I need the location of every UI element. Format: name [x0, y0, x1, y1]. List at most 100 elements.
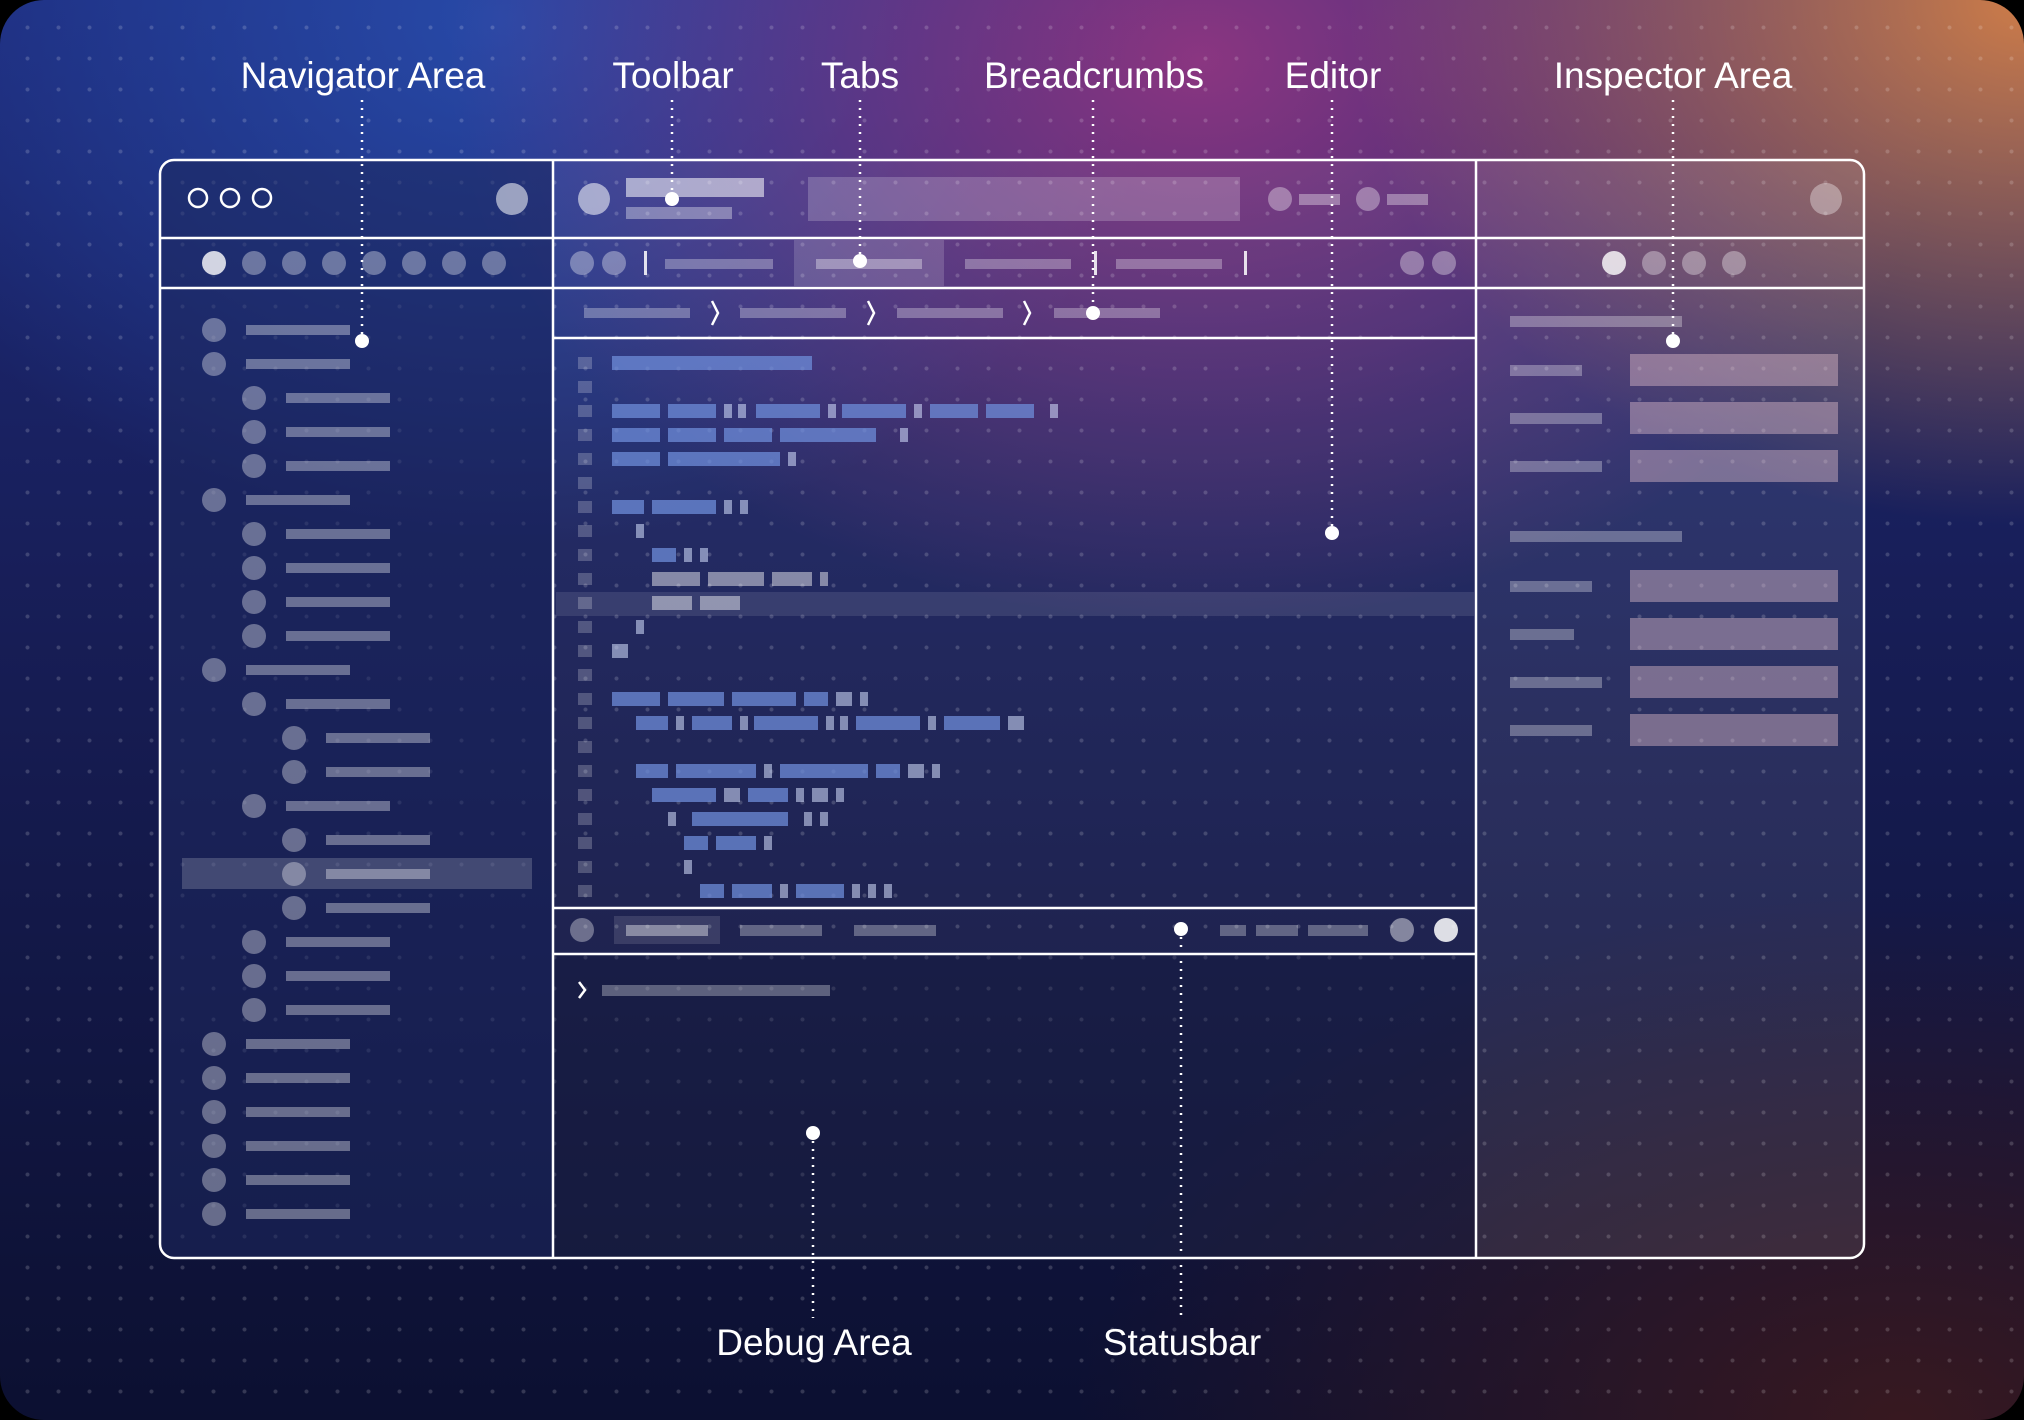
navigator-tab-icon[interactable] [442, 251, 466, 275]
tab-separator [1244, 251, 1247, 275]
code-token [780, 764, 868, 778]
file-icon [282, 760, 306, 784]
file-icon [202, 488, 226, 512]
line-number-placeholder [578, 789, 592, 801]
code-token [944, 716, 1000, 730]
code-token [612, 356, 812, 370]
inspector-field-input[interactable] [1630, 402, 1838, 434]
navigator-tab-icon[interactable] [482, 251, 506, 275]
file-name-placeholder [246, 325, 350, 335]
statusbar-split-icon[interactable] [1434, 918, 1458, 942]
code-token [652, 548, 676, 562]
inspector-tab-icon[interactable] [1722, 251, 1746, 275]
diagram-canvas: Navigator Area Toolbar Tabs Breadcrumbs [0, 0, 2024, 1420]
code-token [652, 596, 692, 610]
code-token [612, 500, 644, 514]
file-name-placeholder [286, 699, 390, 709]
code-token [684, 836, 708, 850]
code-token [692, 812, 788, 826]
code-token [668, 404, 716, 418]
sidebar-toggle-icon[interactable] [496, 183, 528, 215]
navigator-tab-project-icon[interactable] [202, 251, 226, 275]
tab-label-placeholder [965, 259, 1071, 269]
navigator-tab-icon[interactable] [242, 251, 266, 275]
code-token [668, 428, 716, 442]
inspector-tab-icon[interactable] [1682, 251, 1706, 275]
code-token [812, 788, 828, 802]
code-token [652, 788, 716, 802]
code-line [578, 692, 868, 706]
line-number-placeholder [578, 765, 592, 777]
code-token [738, 404, 746, 418]
navigator-tab-icon[interactable] [322, 251, 346, 275]
code-token [724, 788, 740, 802]
code-token [764, 764, 772, 778]
callout-anchor-dot [1086, 306, 1100, 320]
inspector-tab-icon[interactable] [1642, 251, 1666, 275]
code-token [772, 572, 812, 586]
inspector-toggle-icon[interactable] [1810, 183, 1842, 215]
line-number-placeholder [578, 381, 592, 393]
file-name-placeholder [286, 801, 390, 811]
ide-layout-diagram: Navigator Area Toolbar Tabs Breadcrumbs [158, 55, 1866, 1363]
inspector-field-input[interactable] [1630, 450, 1838, 482]
file-name-placeholder [246, 1073, 350, 1083]
callout-label-breadcrumbs: Breadcrumbs [984, 55, 1204, 96]
breadcrumb-item[interactable] [584, 308, 690, 318]
code-line [578, 716, 1024, 730]
file-icon [282, 862, 306, 886]
code-token [612, 404, 660, 418]
breadcrumb-item[interactable] [740, 308, 846, 318]
code-token [820, 572, 828, 586]
forward-button[interactable] [602, 251, 626, 275]
file-name-placeholder [326, 767, 430, 777]
navigator-tab-icon[interactable] [362, 251, 386, 275]
file-icon [242, 454, 266, 478]
callout-anchor-dot [355, 334, 369, 348]
file-icon [242, 522, 266, 546]
code-token [636, 524, 644, 538]
file-icon [242, 998, 266, 1022]
toolbar-status-icon [1268, 187, 1292, 211]
code-token [612, 452, 660, 466]
navigator-tab-icon[interactable] [282, 251, 306, 275]
callout-label-debug: Debug Area [716, 1322, 912, 1363]
activity-viewer [808, 177, 1240, 221]
line-number-placeholder [578, 405, 592, 417]
statusbar-filter-icon[interactable] [1390, 918, 1414, 942]
statusbar-label-placeholder [740, 925, 822, 936]
inspector-tab-file-icon[interactable] [1602, 251, 1626, 275]
split-editor-icon[interactable] [1432, 251, 1456, 275]
code-token [754, 716, 818, 730]
editor-options-icon[interactable] [1400, 251, 1424, 275]
callout-label-editor: Editor [1285, 55, 1382, 96]
file-icon [202, 1134, 226, 1158]
line-number-placeholder [578, 669, 592, 681]
code-line [578, 428, 908, 442]
code-token [732, 692, 796, 706]
inspector-field-input[interactable] [1630, 354, 1838, 386]
inspector-field-input[interactable] [1630, 570, 1838, 602]
file-name-placeholder [246, 1039, 350, 1049]
file-name-placeholder [286, 937, 390, 947]
file-icon [282, 828, 306, 852]
file-name-placeholder [326, 733, 430, 743]
inspector-field-input[interactable] [1630, 666, 1838, 698]
run-button[interactable] [578, 183, 610, 215]
code-token [796, 788, 804, 802]
code-token [668, 692, 724, 706]
code-token [612, 692, 660, 706]
navigator-tab-icon[interactable] [402, 251, 426, 275]
line-number-placeholder [578, 477, 592, 489]
code-token [636, 764, 668, 778]
breadcrumb-item[interactable] [1054, 308, 1160, 318]
code-line [578, 669, 592, 681]
statusbar-label-placeholder [854, 925, 936, 936]
back-button[interactable] [570, 251, 594, 275]
code-token [836, 788, 844, 802]
inspector-field-input[interactable] [1630, 618, 1838, 650]
debug-toggle-icon[interactable] [570, 918, 594, 942]
code-token [668, 452, 780, 466]
inspector-field-input[interactable] [1630, 714, 1838, 746]
breadcrumb-item[interactable] [897, 308, 1003, 318]
